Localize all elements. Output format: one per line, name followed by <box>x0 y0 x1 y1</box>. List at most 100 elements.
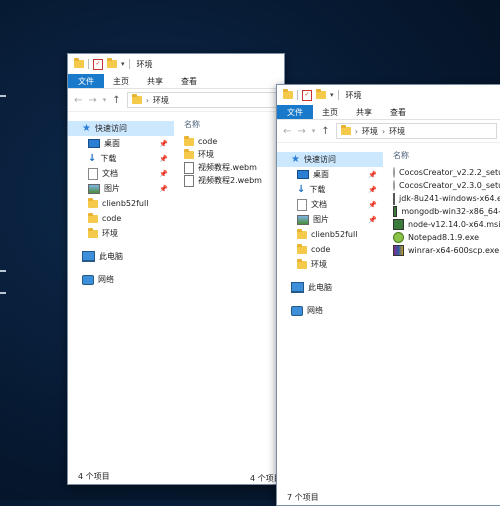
nav-item-clienb52full[interactable]: clienb52full <box>277 227 383 242</box>
file-name: mongodb-win32-x86_64- <box>401 207 500 216</box>
file-item[interactable]: 环境 <box>174 148 284 161</box>
back-arrow-icon[interactable]: ← <box>74 95 82 106</box>
nav-item-downloads[interactable]: ↓ 下载 📌 <box>68 151 174 166</box>
desktop-icon-fragment[interactable] <box>0 95 6 97</box>
address-bar[interactable]: › 环境 <box>126 92 280 108</box>
properties-icon[interactable]: ✓ <box>93 58 103 70</box>
file-name: node-v12.14.0-x64.msi <box>408 220 500 229</box>
forward-arrow-icon[interactable]: → <box>88 95 96 106</box>
nav-item-pictures[interactable]: 图片 📌 <box>68 181 174 196</box>
nav-item-quick-access[interactable]: ★ 快速访问 <box>277 152 383 167</box>
file-item[interactable]: Notepad8.1.9.exe <box>383 231 500 244</box>
nav-item-downloads[interactable]: ↓ 下载 📌 <box>277 182 383 197</box>
title-bar[interactable]: ✓ ▾ 环境 <box>277 85 500 105</box>
chevron-down-icon[interactable]: ▾ <box>121 60 125 68</box>
nav-item-label: clienb52full <box>102 199 149 208</box>
up-arrow-icon[interactable]: ↑ <box>321 126 329 137</box>
file-item[interactable]: CocosCreator_v2.3.0_setu <box>383 179 500 192</box>
file-item[interactable]: 视频教程.webm <box>174 161 284 174</box>
nav-item-network[interactable]: 网络 <box>68 272 174 287</box>
nav-item-label: 图片 <box>104 184 120 193</box>
nav-item-documents[interactable]: 文档 📌 <box>68 166 174 181</box>
nav-item-pictures[interactable]: 图片 📌 <box>277 212 383 227</box>
download-icon: ↓ <box>88 152 97 164</box>
executable-icon <box>393 192 395 205</box>
tab-file[interactable]: 文件 <box>68 74 104 88</box>
chevron-down-icon[interactable]: ▾ <box>330 91 334 99</box>
chevron-down-icon[interactable]: ▾ <box>103 96 107 104</box>
tab-file[interactable]: 文件 <box>277 105 313 119</box>
nav-item-code[interactable]: code <box>68 211 174 226</box>
folder-icon <box>184 135 194 146</box>
tab-home[interactable]: 主页 <box>313 105 347 119</box>
address-bar[interactable]: › 环境 › 环境 <box>335 123 497 139</box>
nav-item-label: 文档 <box>311 200 327 209</box>
folder-icon <box>297 258 307 269</box>
title-bar[interactable]: ✓ ▾ 环境 <box>68 54 284 74</box>
forward-arrow-icon[interactable]: → <box>297 126 305 137</box>
tab-home[interactable]: 主页 <box>104 74 138 88</box>
column-header-name[interactable]: 名称 <box>174 117 284 131</box>
window-title: 环境 <box>345 90 362 100</box>
chevron-right-icon[interactable]: › <box>382 127 385 136</box>
nav-item-label: 桌面 <box>313 170 329 179</box>
tab-share[interactable]: 共享 <box>347 105 381 119</box>
document-icon <box>88 167 98 180</box>
nav-item-label: 快速访问 <box>94 124 127 133</box>
installer-icon <box>393 180 395 191</box>
back-arrow-icon[interactable]: ← <box>283 126 291 137</box>
file-item[interactable]: CocosCreator_v2.2.2_setu <box>383 166 500 179</box>
column-header-name[interactable]: 名称 <box>383 148 500 162</box>
nav-item-this-pc[interactable]: 此电脑 <box>277 280 383 295</box>
tab-view[interactable]: 查看 <box>172 74 206 88</box>
msi-package-icon <box>393 219 404 230</box>
file-item[interactable]: jdk-8u241-windows-x64.e <box>383 192 500 205</box>
chevron-right-icon[interactable]: › <box>146 96 149 105</box>
nav-item-documents[interactable]: 文档 📌 <box>277 197 383 212</box>
chevron-down-icon[interactable]: ▾ <box>312 127 316 135</box>
nav-item-quick-access[interactable]: ★ 快速访问 <box>68 121 174 136</box>
nav-item-desktop[interactable]: 桌面 📌 <box>277 167 383 182</box>
chevron-right-icon[interactable]: › <box>355 127 358 136</box>
folder-icon <box>184 148 194 159</box>
tab-view[interactable]: 查看 <box>381 105 415 119</box>
nav-item-this-pc[interactable]: 此电脑 <box>68 249 174 264</box>
document-icon <box>297 198 307 211</box>
nav-item-clienb52full[interactable]: clienb52full <box>68 196 174 211</box>
up-arrow-icon[interactable]: ↑ <box>112 95 120 106</box>
network-icon <box>291 305 303 316</box>
new-folder-icon[interactable] <box>107 58 117 68</box>
nav-item-env[interactable]: 环境 <box>277 257 383 272</box>
desktop-icon-fragment[interactable] <box>0 270 6 272</box>
nav-item-label: clienb52full <box>311 230 358 239</box>
nav-item-label: 网络 <box>98 275 114 284</box>
nav-item-desktop[interactable]: 桌面 📌 <box>68 136 174 151</box>
file-item[interactable]: node-v12.14.0-x64.msi <box>383 218 500 231</box>
separator <box>297 90 298 100</box>
ribbon-tabs: 文件 主页 共享 查看 <box>277 105 500 120</box>
notepad-icon <box>393 232 404 243</box>
explorer-window-1[interactable]: ✓ ▾ 环境 文件 主页 共享 查看 ← → ▾ ↑ › 环境 ★ 快速访问 桌… <box>67 53 285 485</box>
file-icon <box>184 161 194 174</box>
nav-item-label: 环境 <box>102 229 118 238</box>
new-folder-icon[interactable] <box>316 89 326 99</box>
separator <box>88 59 89 69</box>
breadcrumb-item[interactable]: 环境 <box>362 126 378 137</box>
pin-icon: 📌 <box>159 184 168 193</box>
file-item[interactable]: mongodb-win32-x86_64- <box>383 205 500 218</box>
picture-icon <box>297 214 309 225</box>
file-item[interactable]: 视频教程2.webm <box>174 174 284 187</box>
breadcrumb-item[interactable]: 环境 <box>153 95 169 106</box>
file-item[interactable]: winrar-x64-600scp.exe <box>383 244 500 257</box>
nav-item-env[interactable]: 环境 <box>68 226 174 241</box>
desktop-icon-fragment[interactable] <box>0 292 6 294</box>
breadcrumb-item[interactable]: 环境 <box>389 126 405 137</box>
properties-icon[interactable]: ✓ <box>302 89 312 101</box>
tab-share[interactable]: 共享 <box>138 74 172 88</box>
file-item[interactable]: code <box>174 135 284 148</box>
file-name: jdk-8u241-windows-x64.e <box>399 194 500 203</box>
nav-item-code[interactable]: code <box>277 242 383 257</box>
nav-item-network[interactable]: 网络 <box>277 303 383 318</box>
explorer-window-2[interactable]: ✓ ▾ 环境 文件 主页 共享 查看 ← → ▾ ↑ › 环境 › 环境 ★ 快… <box>276 84 500 506</box>
installer-icon <box>393 167 395 178</box>
